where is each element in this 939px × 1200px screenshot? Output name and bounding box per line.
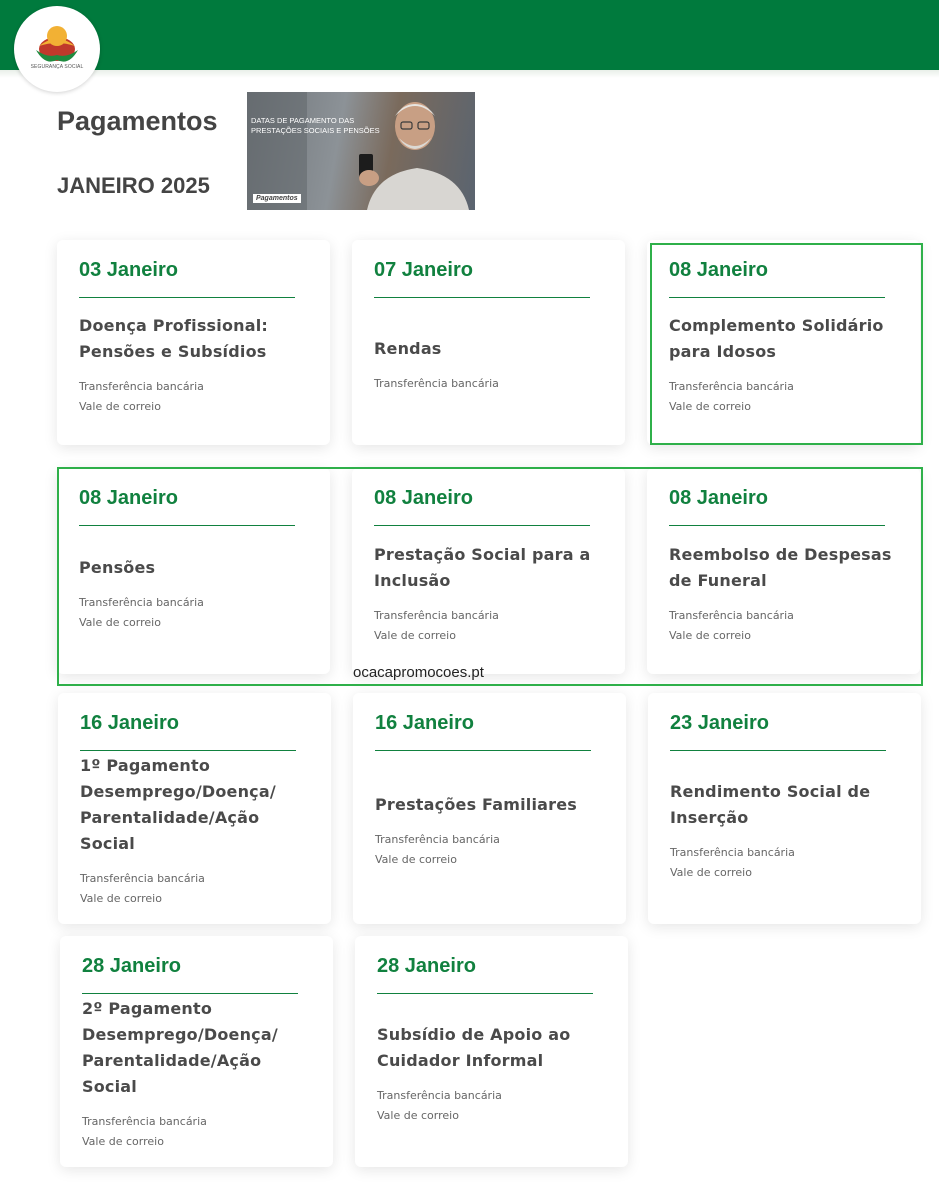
card-payment-method: Transferência bancária (670, 846, 795, 859)
month-title: JANEIRO 2025 (57, 173, 210, 198)
card-divider (377, 993, 593, 994)
card-service-name: 1º Pagamento Desemprego/Doença/ Parental… (80, 756, 276, 853)
card-divider (670, 750, 886, 751)
card-date: 16 Janeiro (80, 712, 179, 734)
payment-card[interactable]: 23 Janeiro Rendimento Social de Inserção T… (648, 693, 921, 924)
card-payment-method: Transferência bancária (377, 1089, 502, 1102)
card-payment-method: Vale de correio (377, 1109, 459, 1122)
highlight-box-row-2 (57, 467, 923, 686)
card-divider (79, 297, 295, 298)
card-payment-method: Transferência bancária (82, 1115, 207, 1128)
payment-card[interactable]: 07 Janeiro Rendas Transferência bancária (352, 240, 625, 445)
card-body: Subsídio de Apoio ao Cuidador Informal Tr… (377, 995, 616, 1153)
card-payment-method: Vale de correio (82, 1135, 164, 1148)
card-service-name: Prestações Familiares (375, 795, 578, 814)
card-date: 28 Janeiro (377, 955, 476, 977)
card-payment-method: Vale de correio (375, 853, 457, 866)
card-service-name: Subsídio de Apoio ao Cuidador Informal (377, 1025, 571, 1070)
card-payment-method: Transferência bancária (375, 833, 500, 846)
payment-dates-banner[interactable]: DATAS DE PAGAMENTO DAS PRESTAÇÕES SOCIAI… (247, 92, 475, 210)
card-payment-method: Transferência bancária (374, 377, 499, 390)
banner-caption: DATAS DE PAGAMENTO DAS PRESTAÇÕES SOCIAI… (251, 116, 380, 135)
highlight-box-csi (650, 243, 923, 445)
card-divider (375, 750, 591, 751)
card-body: Rendas Transferência bancária (374, 299, 613, 431)
card-service-name: Rendimento Social de Inserção (670, 782, 871, 827)
logo-text: SEGURANÇA SOCIAL (30, 64, 84, 70)
banner-tag: Pagamentos (253, 194, 301, 203)
card-date: 28 Janeiro (82, 955, 181, 977)
card-date: 16 Janeiro (375, 712, 474, 734)
card-payment-method: Transferência bancária (79, 380, 204, 393)
card-service-name: Doença Profissional: Pensões e Subsídios (79, 316, 269, 361)
watermark-text: ocacapromocoes.pt (353, 664, 484, 681)
seguranca-social-logo[interactable]: SEGURANÇA SOCIAL (14, 6, 100, 92)
card-body: 1º Pagamento Desemprego/Doença/ Parental… (80, 752, 319, 910)
page-title: Pagamentos (57, 106, 218, 136)
card-date: 03 Janeiro (79, 259, 178, 281)
card-divider (82, 993, 298, 994)
card-date: 07 Janeiro (374, 259, 473, 281)
card-divider (80, 750, 296, 751)
man-with-phone-image (247, 92, 469, 210)
card-service-name: 2º Pagamento Desemprego/Doença/ Parental… (82, 999, 278, 1096)
card-date: 23 Janeiro (670, 712, 769, 734)
top-bar (0, 0, 939, 70)
payment-card[interactable]: 28 Janeiro Subsídio de Apoio ao Cuidador … (355, 936, 628, 1167)
logo-emblem-icon (36, 26, 78, 62)
payment-card[interactable]: 16 Janeiro Prestações Familiares Transferê… (353, 693, 626, 924)
card-payment-method: Transferência bancária (80, 872, 205, 885)
card-body: Rendimento Social de Inserção Transferênc… (670, 752, 909, 910)
card-body: Doença Profissional: Pensões e Subsídios… (79, 299, 318, 431)
payment-card[interactable]: 28 Janeiro 2º Pagamento Desemprego/Doença… (60, 936, 333, 1167)
card-body: Prestações Familiares Transferência bancá… (375, 752, 614, 910)
card-payment-method: Vale de correio (80, 892, 162, 905)
payment-card[interactable]: 16 Janeiro 1º Pagamento Desemprego/Doença… (58, 693, 331, 924)
card-payment-method: Vale de correio (670, 866, 752, 879)
card-divider (374, 297, 590, 298)
payment-card[interactable]: 03 Janeiro Doença Profissional: Pensões e… (57, 240, 330, 445)
top-bar-shadow (0, 70, 939, 78)
card-service-name: Rendas (374, 339, 442, 358)
card-payment-method: Vale de correio (79, 400, 161, 413)
card-body: 2º Pagamento Desemprego/Doença/ Parental… (82, 995, 321, 1153)
